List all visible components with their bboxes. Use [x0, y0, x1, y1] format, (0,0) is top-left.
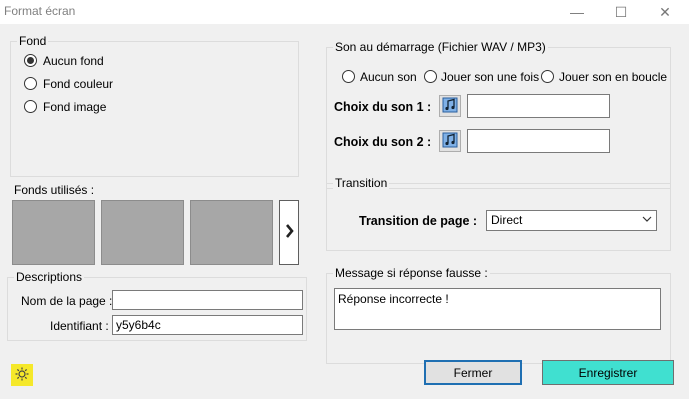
radio-aucun-fond-label[interactable]: Aucun fond [43, 54, 104, 68]
background-thumbnail-1[interactable] [12, 200, 95, 265]
radio-aucun-fond[interactable] [24, 54, 37, 67]
dialog-client: Fond Aucun fond Fond couleur Fond image … [0, 24, 689, 399]
transition-de-page-label: Transition de page : [359, 214, 478, 228]
identifier-label: Identifiant : [50, 319, 109, 333]
transition-group-label: Transition [333, 176, 390, 190]
maximize-button[interactable]: ☐ [599, 0, 643, 24]
choix-son-2-label: Choix du son 2 : [334, 135, 432, 149]
sound-2-path-input[interactable] [467, 129, 610, 153]
background-thumbnail-3[interactable] [190, 200, 273, 265]
window-title: Format écran [4, 4, 76, 18]
chevron-down-icon [642, 213, 652, 228]
gear-icon [14, 366, 30, 385]
radio-fond-couleur[interactable] [24, 77, 37, 90]
transition-select[interactable]: Direct [486, 210, 657, 231]
settings-button[interactable] [11, 364, 33, 386]
radio-jouer-en-boucle-label[interactable]: Jouer son en boucle [559, 70, 667, 84]
wrong-answer-message-input[interactable]: Réponse incorrecte ! [334, 288, 661, 330]
maximize-icon: ☐ [614, 3, 628, 20]
close-window-button[interactable]: ✕ [643, 0, 687, 24]
transition-selected-value: Direct [491, 213, 523, 227]
transition-group: Transition Transition de page : Direct [326, 176, 671, 251]
radio-aucun-son[interactable] [342, 70, 355, 83]
choose-sound-1-button[interactable] [439, 95, 461, 117]
fond-group: Fond Aucun fond Fond couleur Fond image [10, 34, 299, 177]
music-note-icon [442, 132, 458, 151]
son-group: Son au démarrage (Fichier WAV / MP3) Auc… [326, 40, 671, 189]
identifier-input[interactable]: y5y6b4c [112, 315, 303, 335]
fond-group-label: Fond [17, 34, 49, 48]
music-note-icon [442, 97, 458, 116]
message-group-label: Message si réponse fausse : [333, 266, 490, 280]
fonds-utilises-label: Fonds utilisés : [14, 183, 95, 197]
choose-sound-2-button[interactable] [439, 130, 461, 152]
page-name-label: Nom de la page : [21, 294, 113, 308]
radio-aucun-son-label[interactable]: Aucun son [360, 70, 417, 84]
radio-fond-image[interactable] [24, 100, 37, 113]
save-button[interactable]: Enregistrer [542, 360, 674, 385]
sound-1-path-input[interactable] [467, 94, 610, 118]
radio-jouer-une-fois-label[interactable]: Jouer son une fois [441, 70, 539, 84]
son-group-label: Son au démarrage (Fichier WAV / MP3) [333, 40, 548, 54]
minimize-button[interactable]: — [555, 0, 599, 24]
radio-jouer-en-boucle[interactable] [541, 70, 554, 83]
minimize-icon: — [570, 4, 584, 20]
page-name-input[interactable] [112, 290, 303, 310]
radio-fond-couleur-label[interactable]: Fond couleur [43, 77, 113, 91]
title-bar: Format écran — ☐ ✕ [0, 0, 689, 24]
choix-son-1-label: Choix du son 1 : [334, 100, 432, 114]
chevron-right-icon [285, 224, 294, 241]
close-icon: ✕ [659, 3, 671, 20]
background-thumbnail-2[interactable] [101, 200, 184, 265]
descriptions-group-label: Descriptions [14, 270, 85, 284]
radio-fond-image-label[interactable]: Fond image [43, 100, 106, 114]
radio-jouer-une-fois[interactable] [424, 70, 437, 83]
next-backgrounds-button[interactable] [279, 200, 299, 265]
message-group: Message si réponse fausse : Réponse inco… [326, 266, 671, 364]
close-button[interactable]: Fermer [424, 360, 522, 385]
descriptions-group: Descriptions Nom de la page : Identifian… [7, 270, 307, 341]
